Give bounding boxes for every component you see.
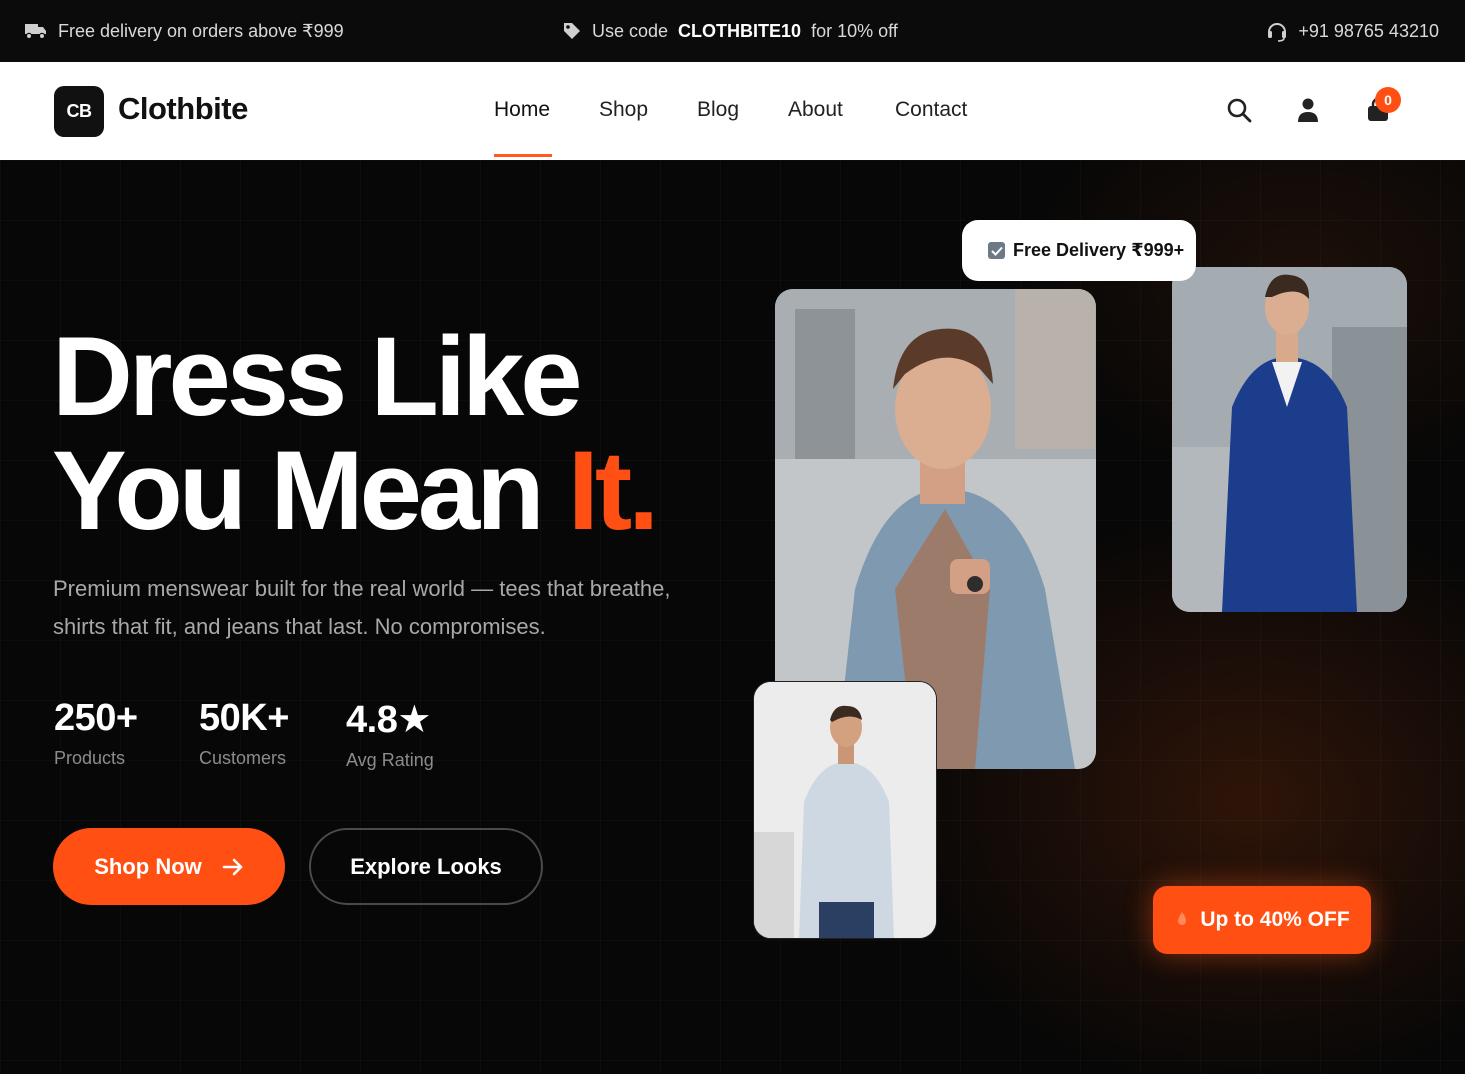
- hero-photo-blue-suit: [1172, 267, 1407, 612]
- nav-link-home[interactable]: Home: [494, 98, 550, 122]
- shop-now-button[interactable]: Shop Now: [53, 828, 285, 905]
- announcement-phone[interactable]: +91 98765 43210: [1266, 0, 1439, 62]
- stat-value: 4.8★: [346, 699, 431, 741]
- checkbox-icon: [988, 242, 1005, 259]
- announcement-bar: Free delivery on orders above ₹999 Use c…: [0, 0, 1465, 62]
- truck-icon: [25, 24, 46, 40]
- stat-rating: 4.8★ Avg Rating: [346, 697, 434, 771]
- stat-label: Products: [54, 748, 126, 768]
- account-button[interactable]: [1294, 96, 1322, 124]
- hero-subtext: Premium menswear built for the real worl…: [53, 576, 671, 639]
- hero-headline: Dress Like You Mean It.: [52, 320, 659, 548]
- stat-customers: 50K+ Customers: [199, 697, 289, 769]
- phone-number[interactable]: +91 98765 43210: [1298, 21, 1439, 42]
- active-nav-indicator: [494, 154, 552, 157]
- promo-suffix: for 10% off: [811, 20, 898, 41]
- stat-products: 250+ Products: [54, 697, 138, 769]
- shop-now-label: Shop Now: [94, 853, 202, 879]
- announcement-delivery: Free delivery on orders above ₹999: [24, 0, 344, 62]
- nav-link-contact[interactable]: Contact: [895, 98, 967, 122]
- announcement-promo: Use code CLOTHBITE10 for 10% off: [562, 0, 898, 62]
- stat-value: 50K+: [199, 697, 289, 739]
- hero-photo-light-shirt: [753, 681, 937, 939]
- free-delivery-badge: Free Delivery ₹999+: [962, 220, 1196, 281]
- headline-line-2: You Mean: [52, 428, 545, 553]
- headset-icon: [1268, 23, 1287, 42]
- fire-icon: [1178, 912, 1187, 925]
- headline-accent: It.: [567, 428, 660, 553]
- promo-code: CLOTHBITE10: [678, 20, 802, 41]
- cart-count-badge: 0: [1375, 87, 1401, 113]
- discount-badge[interactable]: Up to 40% OFF: [1153, 886, 1371, 954]
- free-delivery-text: Free Delivery ₹999+: [1013, 240, 1185, 260]
- stat-value: 250+: [54, 697, 138, 739]
- headline-line-1: Dress Like: [52, 314, 583, 439]
- main-navbar: CB Clothbite Home Shop Blog About Contac…: [0, 62, 1465, 160]
- announcement-delivery-text: Free delivery on orders above ₹999: [58, 20, 344, 41]
- search-button[interactable]: [1225, 96, 1253, 124]
- discount-text: Up to 40% OFF: [1200, 908, 1350, 931]
- stat-label: Avg Rating: [346, 750, 434, 770]
- nav-link-blog[interactable]: Blog: [697, 98, 739, 122]
- user-icon: [1298, 98, 1318, 122]
- hero-section: Dress Like You Mean It. Premium menswear…: [0, 160, 1465, 1074]
- explore-looks-label: Explore Looks: [350, 853, 502, 879]
- arrow-right-icon: [222, 858, 243, 875]
- stat-label: Customers: [199, 748, 287, 768]
- tag-icon: [564, 23, 580, 39]
- nav-link-shop[interactable]: Shop: [599, 98, 648, 122]
- promo-prefix: Use code: [592, 20, 669, 41]
- explore-looks-button[interactable]: Explore Looks: [309, 828, 543, 905]
- nav-link-about[interactable]: About: [788, 98, 843, 122]
- search-icon: [1227, 98, 1252, 123]
